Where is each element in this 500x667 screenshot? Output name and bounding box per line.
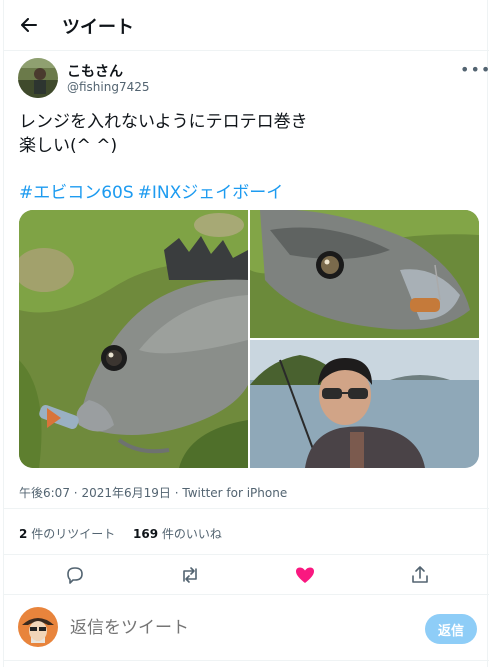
hashtag-link[interactable]: #INXジェイボーイ — [138, 183, 284, 203]
divider — [4, 50, 489, 51]
reply-submit-button[interactable]: 返信 — [425, 614, 477, 644]
retweet-button[interactable] — [179, 564, 201, 586]
tweet-text: レンジを入れないようにテロテロ巻き 楽しい(^ ^) — [19, 110, 308, 158]
tweet-line: レンジを入れないようにテロテロ巻き — [19, 112, 308, 132]
tweet-page: ツイート こもさん @fishing7425 ••• レンジを入れないようにテロ… — [3, 0, 491, 667]
page-title: ツイート — [62, 17, 134, 38]
meta-separator: · — [174, 486, 179, 500]
reply-icon — [67, 567, 83, 584]
retweet-icon — [183, 567, 197, 583]
tweet-stats: 2 件のリツイート 169 件のいいね — [19, 525, 236, 542]
hashtag-list: #エビコン60S #INXジェイボーイ — [19, 178, 287, 203]
tweet-line: 楽しい(^ ^) — [19, 136, 118, 156]
back-button[interactable] — [18, 14, 40, 36]
reply-input[interactable] — [70, 618, 370, 638]
retweet-count: 2 — [19, 527, 28, 541]
arrow-left-icon — [21, 18, 37, 32]
tweet-date[interactable]: 2021年6月19日 — [81, 486, 170, 500]
fish-photo-left[interactable] — [19, 210, 248, 468]
author-avatar[interactable] — [18, 58, 58, 98]
retweet-label: 件のリツイート — [31, 527, 116, 541]
more-options-icon[interactable]: ••• — [460, 60, 491, 79]
fish-photo-top-right[interactable] — [250, 210, 479, 338]
heart-icon — [296, 567, 314, 583]
share-button[interactable] — [409, 564, 431, 586]
page-header: ツイート — [4, 0, 489, 50]
reply-button[interactable] — [64, 564, 86, 586]
divider — [4, 594, 489, 595]
tweet-metadata: 午後6:07 · 2021年6月19日 · Twitter for iPhone — [19, 484, 287, 501]
divider — [4, 508, 489, 509]
angler-photo-bottom-right[interactable] — [250, 340, 479, 468]
tweet-actions — [4, 558, 489, 592]
divider — [4, 554, 489, 555]
share-icon — [412, 566, 428, 583]
author-display-name[interactable]: こもさん — [67, 61, 123, 81]
like-count-link[interactable]: 169 件のいいね — [133, 527, 222, 541]
tweet-source[interactable]: Twitter for iPhone — [182, 486, 287, 500]
like-button[interactable] — [294, 564, 316, 586]
meta-separator: · — [73, 486, 78, 500]
hashtag-link[interactable]: #エビコン60S — [19, 183, 134, 203]
like-count: 169 — [133, 527, 159, 541]
divider — [4, 660, 489, 661]
media-grid — [19, 210, 479, 468]
author-handle[interactable]: @fishing7425 — [67, 80, 150, 94]
current-user-avatar[interactable] — [18, 607, 58, 647]
like-label: 件のいいね — [161, 527, 222, 541]
tweet-time[interactable]: 午後6:07 — [19, 486, 70, 500]
retweet-count-link[interactable]: 2 件のリツイート — [19, 527, 115, 541]
